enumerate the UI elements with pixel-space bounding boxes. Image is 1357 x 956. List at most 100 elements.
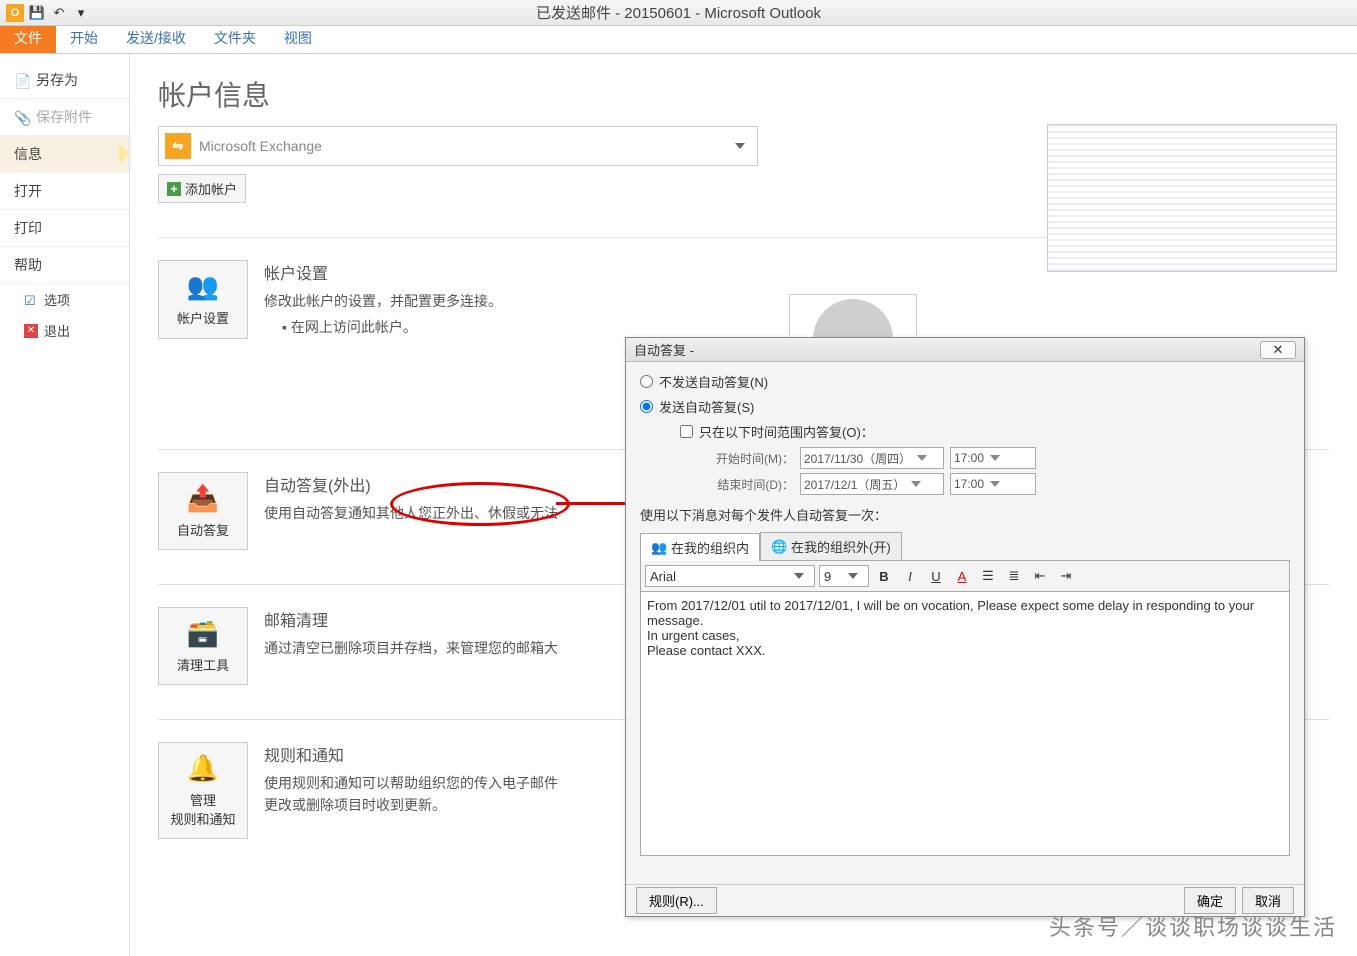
exit-icon: ✕ xyxy=(24,324,38,338)
number-list-button[interactable]: ≣ xyxy=(1003,565,1025,587)
auto-reply-button[interactable]: 📤 自动答复 xyxy=(158,472,248,550)
backstage-nav: 📄 另存为 📎 保存附件 信息 打开 打印 帮助 ☑ 选项 ✕ 退出 xyxy=(0,54,130,956)
plus-icon: + xyxy=(167,182,181,196)
nav-label: 退出 xyxy=(44,321,70,340)
font-name-dropdown[interactable]: Arial xyxy=(645,565,815,587)
radio-send[interactable]: 发送自动答复(S) xyxy=(640,397,1290,416)
btn-label: 帐户设置 xyxy=(163,308,243,327)
save-icon[interactable]: 💾 xyxy=(28,4,46,22)
chevron-down-icon xyxy=(794,573,804,579)
auto-reply-dialog: 自动答复 - ✕ 不发送自动答复(N) 发送自动答复(S) 只在以下时间范围内答… xyxy=(625,337,1305,917)
tab-home[interactable]: 开始 xyxy=(56,23,112,53)
outlook-logo-icon: O xyxy=(6,4,24,22)
end-time-dropdown[interactable]: 17:00 xyxy=(950,473,1036,495)
font-size-dropdown[interactable]: 9 xyxy=(819,565,869,587)
end-time-row: 结束时间(D)： 2017/12/1（周五） 17:00 xyxy=(694,473,1290,495)
nav-print[interactable]: 打印 xyxy=(0,210,129,247)
account-settings-button[interactable]: 👥 帐户设置 xyxy=(158,260,248,339)
radio-label: 不发送自动答复(N) xyxy=(659,372,768,391)
window-title: 已发送邮件 - 20150601 - Microsoft Outlook xyxy=(536,2,821,23)
nav-exit[interactable]: ✕ 退出 xyxy=(0,315,129,346)
nav-save-attachments: 📎 保存附件 xyxy=(0,99,129,136)
attachment-icon: 📎 xyxy=(14,110,28,124)
nav-label: 信息 xyxy=(14,144,42,164)
section-bullet: ▪ 在网上访问此帐户。 xyxy=(264,316,724,338)
cleanup-icon: 🗃️ xyxy=(163,618,243,649)
bold-button[interactable]: B xyxy=(873,565,895,587)
start-time-row: 开始时间(M)： 2017/11/30（周四） 17:00 xyxy=(694,447,1290,469)
chevron-down-icon xyxy=(990,481,1000,487)
btn-label: 自动答复 xyxy=(163,520,243,539)
titlebar: O 💾 ↶ ▾ 已发送邮件 - 20150601 - Microsoft Out… xyxy=(0,0,1357,26)
tab-view[interactable]: 视图 xyxy=(270,23,326,53)
watermark-text: 头条号／谈谈职场谈谈生活 xyxy=(1049,910,1337,942)
outdent-button[interactable]: ⇤ xyxy=(1029,565,1051,587)
radio-input[interactable] xyxy=(640,400,653,413)
cleanup-button[interactable]: 🗃️ 清理工具 xyxy=(158,607,248,685)
close-button[interactable]: ✕ xyxy=(1260,341,1296,359)
chevron-down-icon xyxy=(735,143,745,149)
tab-outside-org[interactable]: 🌐在我的组织外(开) xyxy=(760,532,902,560)
save-as-icon: 📄 xyxy=(14,73,28,87)
indent-button[interactable]: ⇥ xyxy=(1055,565,1077,587)
bullet-list-button[interactable]: ☰ xyxy=(977,565,999,587)
tab-file[interactable]: 文件 xyxy=(0,23,56,53)
page-title: 帐户信息 xyxy=(158,74,1329,114)
options-icon: ☑ xyxy=(24,293,38,307)
account-settings-icon: 👥 xyxy=(163,271,243,302)
nav-label: 另存为 xyxy=(36,70,78,90)
message-editor[interactable]: From 2017/12/01 util to 2017/12/01, I wi… xyxy=(640,592,1290,856)
section-heading: 帐户设置 xyxy=(264,260,724,284)
tab-inside-org[interactable]: 👥在我的组织内 xyxy=(640,533,760,561)
start-time-dropdown[interactable]: 17:00 xyxy=(950,447,1036,469)
radio-no-send[interactable]: 不发送自动答复(N) xyxy=(640,372,1290,391)
underline-button[interactable]: U xyxy=(925,565,947,587)
end-date-dropdown[interactable]: 2017/12/1（周五） xyxy=(800,473,944,495)
chevron-down-icon xyxy=(917,455,927,461)
tab-folder[interactable]: 文件夹 xyxy=(200,23,270,53)
nav-label: 保存附件 xyxy=(36,107,92,127)
org-tabs: 👥在我的组织内 🌐在我的组织外(开) xyxy=(640,532,1290,561)
rules-icon: 🔔 xyxy=(163,753,243,784)
account-dropdown[interactable]: ⇋ Microsoft Exchange xyxy=(158,126,758,166)
nav-label: 帮助 xyxy=(14,255,42,275)
globe-icon: 🌐 xyxy=(771,539,787,555)
checkbox-input[interactable] xyxy=(680,425,693,438)
radio-input[interactable] xyxy=(640,375,653,388)
nav-open[interactable]: 打开 xyxy=(0,173,129,210)
btn-label: 管理 规则和通知 xyxy=(163,790,243,828)
chevron-down-icon xyxy=(990,455,1000,461)
rules-button[interactable]: 🔔 管理 规则和通知 xyxy=(158,742,248,839)
exchange-icon: ⇋ xyxy=(165,133,191,159)
add-account-button[interactable]: + 添加帐户 xyxy=(158,174,246,203)
italic-button[interactable]: I xyxy=(899,565,921,587)
rules-button[interactable]: 规则(R)... xyxy=(636,887,717,914)
check-label: 只在以下时间范围内答复(O)： xyxy=(699,422,874,441)
check-time-range[interactable]: 只在以下时间范围内答复(O)： xyxy=(680,422,1290,441)
dialog-titlebar[interactable]: 自动答复 - ✕ xyxy=(626,338,1304,362)
start-date-dropdown[interactable]: 2017/11/30（周四） xyxy=(800,447,944,469)
btn-label: 清理工具 xyxy=(163,655,243,674)
nav-help[interactable]: 帮助 xyxy=(0,247,129,284)
nav-save-as[interactable]: 📄 另存为 xyxy=(0,62,129,99)
people-icon: 👥 xyxy=(651,540,667,556)
editor-toolbar: Arial 9 B I U A ☰ ≣ ⇤ ⇥ xyxy=(640,561,1290,592)
nav-label: 打开 xyxy=(14,181,42,201)
nav-label: 选项 xyxy=(44,290,70,309)
undo-icon[interactable]: ↶ xyxy=(50,4,68,22)
radio-label: 发送自动答复(S) xyxy=(659,397,754,416)
auto-reply-icon: 📤 xyxy=(163,483,243,514)
start-label: 开始时间(M)： xyxy=(694,450,794,467)
add-account-label: 添加帐户 xyxy=(185,179,237,198)
font-color-button[interactable]: A xyxy=(951,565,973,587)
dialog-title: 自动答复 - xyxy=(634,340,694,359)
qat-dropdown-icon[interactable]: ▾ xyxy=(72,4,90,22)
use-message-label: 使用以下消息对每个发件人自动答复一次： xyxy=(640,505,1290,524)
account-name: Microsoft Exchange xyxy=(199,138,727,154)
preview-thumbnail xyxy=(1047,124,1337,272)
quick-access-toolbar: O 💾 ↶ ▾ xyxy=(6,4,90,22)
ribbon-tabs: 文件 开始 发送/接收 文件夹 视图 xyxy=(0,26,1357,54)
tab-send-receive[interactable]: 发送/接收 xyxy=(112,23,200,53)
nav-options[interactable]: ☑ 选项 xyxy=(0,284,129,315)
nav-info[interactable]: 信息 xyxy=(0,136,129,173)
